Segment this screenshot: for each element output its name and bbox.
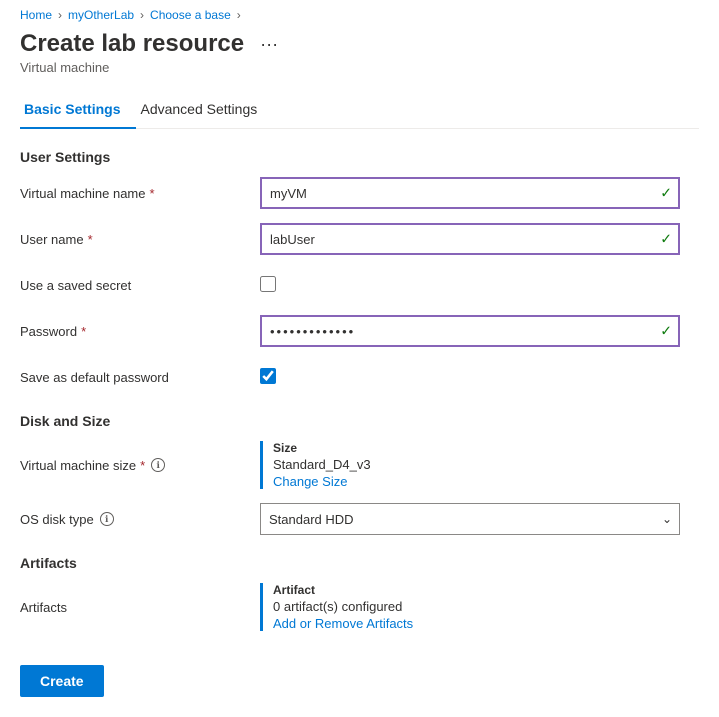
breadcrumb: Home › myOtherLab › Choose a base ›: [20, 8, 699, 22]
vm-size-label: Virtual machine size * ℹ: [20, 458, 260, 473]
password-checkmark: ✓: [660, 323, 672, 340]
os-disk-row: OS disk type ℹ Standard HDD Standard SSD…: [20, 503, 699, 535]
save-default-password-control: [260, 368, 680, 387]
user-settings-section: User Settings Virtual machine name * ✓ U…: [20, 149, 699, 393]
username-control: ✓: [260, 223, 680, 255]
create-button[interactable]: Create: [20, 665, 104, 697]
username-row: User name * ✓: [20, 223, 699, 255]
os-disk-select[interactable]: Standard HDD Standard SSD Premium SSD: [260, 503, 680, 535]
artifacts-label: Artifacts: [20, 600, 260, 615]
password-input[interactable]: [260, 315, 680, 347]
add-remove-artifacts-link[interactable]: Add or Remove Artifacts: [273, 616, 680, 631]
saved-secret-control: [260, 276, 680, 295]
password-label: Password *: [20, 324, 260, 339]
breadcrumb-sep-3: ›: [237, 8, 241, 22]
saved-secret-checkbox[interactable]: [260, 276, 276, 292]
breadcrumb-sep-2: ›: [140, 8, 144, 22]
page-container: Home › myOtherLab › Choose a base › Crea…: [0, 0, 719, 717]
artifact-section-title: Artifact: [273, 583, 680, 597]
save-default-password-label: Save as default password: [20, 370, 260, 385]
breadcrumb-lab[interactable]: myOtherLab: [68, 8, 134, 22]
artifacts-row: Artifacts Artifact 0 artifact(s) configu…: [20, 583, 699, 631]
artifact-block: Artifact 0 artifact(s) configured Add or…: [260, 583, 680, 631]
vm-size-row: Virtual machine size * ℹ Size Standard_D…: [20, 441, 699, 489]
breadcrumb-home[interactable]: Home: [20, 8, 52, 22]
os-disk-select-wrapper: Standard HDD Standard SSD Premium SSD ⌄: [260, 503, 680, 535]
size-block: Size Standard_D4_v3 Change Size: [260, 441, 680, 489]
os-disk-info-icon[interactable]: ℹ: [100, 512, 114, 526]
save-default-password-checkbox[interactable]: [260, 368, 276, 384]
os-disk-control: Standard HDD Standard SSD Premium SSD ⌄: [260, 503, 680, 535]
tab-basic-settings[interactable]: Basic Settings: [20, 91, 136, 129]
password-row: Password * ✓: [20, 315, 699, 347]
change-size-link[interactable]: Change Size: [273, 474, 680, 489]
username-checkmark: ✓: [660, 231, 672, 248]
vm-name-checkmark: ✓: [660, 185, 672, 202]
tabs-container: Basic Settings Advanced Settings: [20, 91, 699, 129]
username-label: User name *: [20, 232, 260, 247]
artifacts-section-title: Artifacts: [20, 555, 699, 571]
vm-size-control: Size Standard_D4_v3 Change Size: [260, 441, 680, 489]
username-input[interactable]: [260, 223, 680, 255]
page-subtitle: Virtual machine: [20, 60, 699, 75]
more-options-button[interactable]: ···: [254, 32, 284, 57]
breadcrumb-sep-1: ›: [58, 8, 62, 22]
vm-name-input[interactable]: [260, 177, 680, 209]
save-default-password-row: Save as default password: [20, 361, 699, 393]
password-control: ✓: [260, 315, 680, 347]
vm-size-info-icon[interactable]: ℹ: [151, 458, 165, 472]
user-settings-title: User Settings: [20, 149, 699, 165]
page-title: Create lab resource: [20, 30, 244, 58]
size-section-title: Size: [273, 441, 680, 455]
tab-advanced-settings[interactable]: Advanced Settings: [136, 91, 273, 129]
vm-size-required: *: [140, 458, 145, 473]
vm-name-required: *: [150, 186, 155, 201]
artifacts-section: Artifacts Artifacts Artifact 0 artifact(…: [20, 555, 699, 631]
artifacts-control: Artifact 0 artifact(s) configured Add or…: [260, 583, 680, 631]
size-value: Standard_D4_v3: [273, 457, 680, 472]
vm-name-control: ✓: [260, 177, 680, 209]
username-required: *: [88, 232, 93, 247]
disk-size-title: Disk and Size: [20, 413, 699, 429]
disk-size-section: Disk and Size Virtual machine size * ℹ S…: [20, 413, 699, 535]
vm-name-input-wrapper: ✓: [260, 177, 680, 209]
saved-secret-label: Use a saved secret: [20, 278, 260, 293]
username-input-wrapper: ✓: [260, 223, 680, 255]
os-disk-label: OS disk type ℹ: [20, 512, 260, 527]
password-input-wrapper: ✓: [260, 315, 680, 347]
vm-name-label: Virtual machine name *: [20, 186, 260, 201]
password-required: *: [81, 324, 86, 339]
page-header: Create lab resource ···: [20, 30, 699, 58]
artifact-count: 0 artifact(s) configured: [273, 599, 680, 614]
breadcrumb-choose-base[interactable]: Choose a base: [150, 8, 231, 22]
vm-name-row: Virtual machine name * ✓: [20, 177, 699, 209]
saved-secret-row: Use a saved secret: [20, 269, 699, 301]
